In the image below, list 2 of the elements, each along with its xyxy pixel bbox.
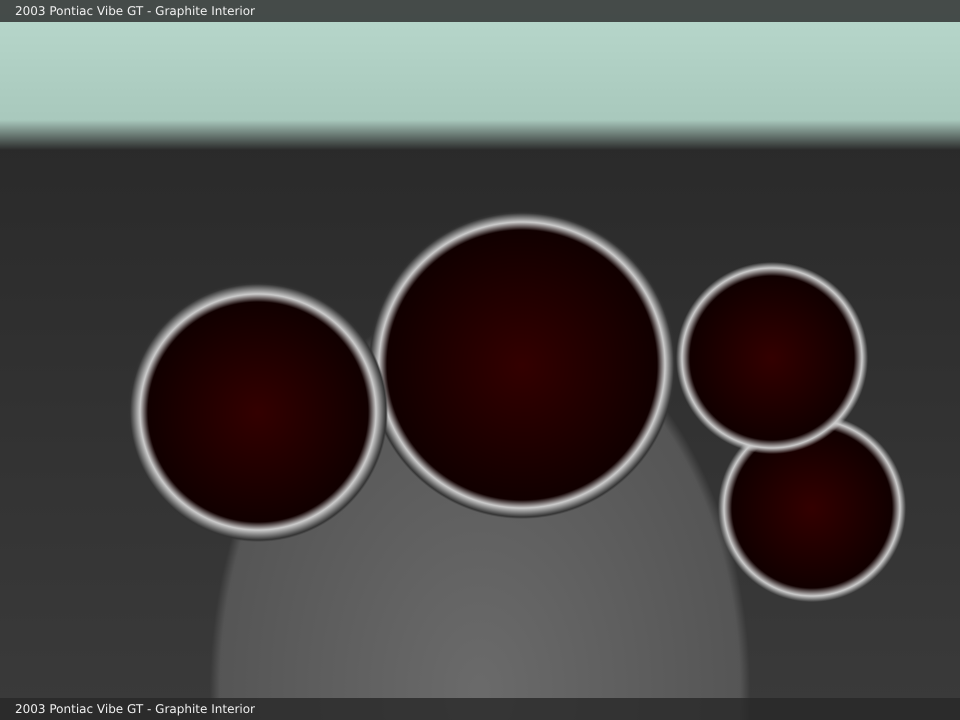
photo-title: 2003 Pontiac Vibe GT - Graphite Interior bbox=[15, 4, 255, 18]
photo-caption: 2003 Pontiac Vibe GT - Graphite Interior bbox=[15, 702, 255, 716]
